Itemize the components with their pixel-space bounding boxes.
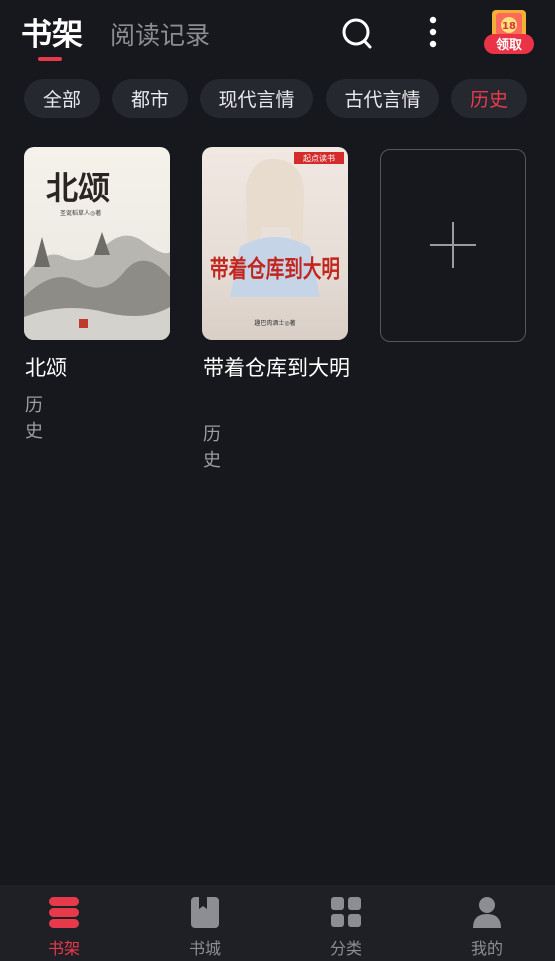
reward-label: 领取 xyxy=(495,38,522,53)
bookshelf-icon xyxy=(49,897,79,928)
book-cover-daizhe-cangku[interactable]: 起点读书 带着仓库到大明 趣巴肉酒士◎著 xyxy=(202,147,348,340)
grid-icon xyxy=(331,897,361,927)
filter-chip-urban[interactable]: 都市 xyxy=(112,79,188,118)
nav-label: 我的 xyxy=(470,939,503,958)
add-book-button[interactable] xyxy=(380,149,526,342)
nav-label: 书城 xyxy=(188,939,221,958)
plus-icon xyxy=(430,222,476,268)
nav-item-bookshelf[interactable]: 书架 xyxy=(19,885,109,961)
book-title: 北颂 xyxy=(25,356,67,380)
filter-chip-modern-romance[interactable]: 现代言情 xyxy=(200,79,313,118)
nav-item-categories[interactable]: 分类 xyxy=(301,885,391,961)
filter-chip-all[interactable]: 全部 xyxy=(24,79,100,118)
character-cover-image: 起点读书 带着仓库到大明 趣巴肉酒士◎著 xyxy=(202,147,348,340)
filter-chip-history[interactable]: 历史 xyxy=(451,79,527,118)
cover-title: 带着仓库到大明 xyxy=(210,254,340,283)
reward-badge: 18 xyxy=(502,21,516,32)
book-icon xyxy=(191,897,219,928)
nav-label: 分类 xyxy=(329,939,362,958)
user-icon xyxy=(473,897,501,928)
cover-title: 北颂 xyxy=(46,169,110,207)
cover-author: 圣诞稻草人◎著 xyxy=(60,209,101,217)
cover-publisher-badge: 起点读书 xyxy=(303,153,335,163)
nav-item-profile[interactable]: 我的 xyxy=(442,885,532,961)
bottom-navigation: 书架 书城 分类 我的 xyxy=(0,885,555,961)
tab-bookshelf[interactable]: 书架 xyxy=(21,9,83,54)
book-genre: 历史 xyxy=(203,424,221,471)
book-cover-beisong[interactable]: 北颂 圣诞稻草人◎著 xyxy=(24,147,170,340)
nav-label: 书架 xyxy=(47,939,80,958)
reward-claim-button[interactable]: 18 领取 xyxy=(482,8,536,56)
search-icon xyxy=(342,18,372,49)
book-title: 带着仓库到大明 xyxy=(203,356,350,380)
search-button[interactable] xyxy=(341,16,373,50)
cover-author: 趣巴肉酒士◎著 xyxy=(254,319,295,327)
app-root: 书架 阅读记录 18 领取 全部 都市 现代言情 古代言情 历史 北颂 圣诞稻草… xyxy=(0,0,555,961)
landscape-cover-image: 北颂 圣诞稻草人◎著 xyxy=(24,147,170,340)
nav-item-bookstore[interactable]: 书城 xyxy=(160,885,250,961)
top-header: 书架 阅读记录 18 领取 xyxy=(0,0,555,68)
more-vertical-icon xyxy=(429,16,437,48)
tab-active-indicator xyxy=(38,57,62,61)
filter-chip-ancient-romance[interactable]: 古代言情 xyxy=(326,79,439,118)
more-options-button[interactable] xyxy=(424,16,442,50)
tab-reading-history[interactable]: 阅读记录 xyxy=(110,16,210,52)
book-genre: 历史 xyxy=(25,395,43,442)
